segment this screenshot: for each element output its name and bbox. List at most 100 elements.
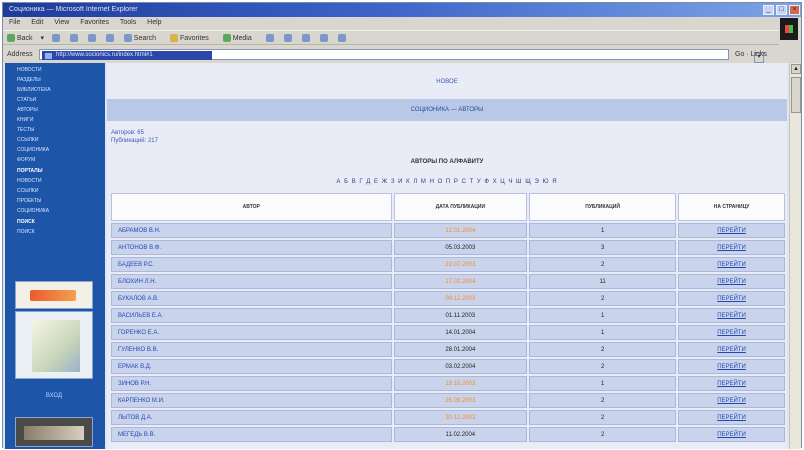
title-bar: Соционика — Microsoft Internet Explorer … [3,3,801,17]
stop-button[interactable] [69,34,80,43]
page-link[interactable]: ПЕРЕЙТИ [678,240,785,255]
refresh-button[interactable] [87,34,98,43]
window-title: Соционика — Microsoft Internet Explorer [9,6,138,13]
table-row: АНТОНОВ В.Ф. 05.03.2003 3 ПЕРЕЙТИ [111,240,785,255]
table-row: ВАСИЛЬЕВ Е.А. 01.11.2003 1 ПЕРЕЙТИ [111,308,785,323]
sidebar-item[interactable]: ТЕСТЫ [17,127,105,134]
author-link[interactable]: ГУЛЕНКО В.В. [111,342,392,357]
menu-help[interactable]: Help [147,19,161,26]
author-link[interactable]: БЛОХИН Л.Н. [111,274,392,289]
maximize-button[interactable]: □ [776,5,787,15]
favorites-button[interactable]: Favorites [169,34,215,43]
author-link[interactable]: ВАСИЛЬЕВ Е.А. [111,308,392,323]
table-row: ГОРЕНКО Е.А. 14.01.2004 1 ПЕРЕЙТИ [111,325,785,340]
menu-favorites[interactable]: Favorites [80,19,109,26]
sidebar-banner-image[interactable] [15,417,93,447]
table-row: ЕРМАК В.Д. 03.02.2004 2 ПЕРЕЙТИ [111,359,785,374]
top-link[interactable]: НОВОЕ [107,79,787,85]
mail-icon [283,34,292,43]
go-button[interactable]: Go · Links [735,47,767,62]
date-cell: 19.10.2003 [393,376,528,391]
menu-tools[interactable]: Tools [120,19,136,26]
author-link[interactable]: ЛЫТОВ Д.А. [111,410,392,425]
mail-button[interactable] [283,34,294,43]
page-link[interactable]: ПЕРЕЙТИ [678,376,785,391]
media-button[interactable]: Media [222,34,258,43]
sidebar-item[interactable]: СОЦИОНИКА [17,147,105,154]
edit-button[interactable] [319,34,330,43]
page-link[interactable]: ПЕРЕЙТИ [678,427,785,442]
scroll-up-icon[interactable]: ▲ [791,64,801,74]
page-link[interactable]: ПЕРЕЙТИ [678,325,785,340]
table-row: БЛОХИН Л.Н. 17.02.2004 11 ПЕРЕЙТИ [111,274,785,289]
edit-icon [319,34,328,43]
page-link[interactable]: ПЕРЕЙТИ [678,342,785,357]
close-button[interactable]: × [789,5,800,15]
page-link[interactable]: ПЕРЕЙТИ [678,223,785,238]
sidebar-item[interactable]: РАЗДЕЛЫ [17,77,105,84]
page-link[interactable]: ПЕРЕЙТИ [678,257,785,272]
sidebar-item[interactable]: БИБЛИОТЕКА [17,87,105,94]
page-link[interactable]: ПЕРЕЙТИ [678,410,785,425]
sidebar-item[interactable]: СОЦИОНИКА [17,208,105,215]
forward-button[interactable] [51,34,62,43]
vertical-scrollbar[interactable]: ▲ [789,63,801,449]
table-row: АБРАМОВ В.Н. 12.01.2004 1 ПЕРЕЙТИ [111,223,785,238]
back-button[interactable]: Back ▾ [7,34,44,43]
count-cell: 2 [529,291,677,306]
sidebar-item[interactable]: НОВОСТИ [17,178,105,185]
links-button[interactable]: Links [751,51,767,58]
sidebar-item[interactable]: КНИГИ [17,117,105,124]
count-cell: 1 [529,223,677,238]
sidebar-login-link[interactable]: ВХОД [15,385,93,407]
author-link[interactable]: АНТОНОВ В.Ф. [111,240,392,255]
info-publications-count: Публикаций: 217 [111,138,158,144]
alphabet-nav[interactable]: А Б В Г Д Е Ж З И К Л М Н О П Р С Т У Ф … [107,179,787,185]
author-link[interactable]: ЗИНОВ Р.Н. [111,376,392,391]
menu-edit[interactable]: Edit [31,19,43,26]
page-title: СОЦИОНИКА — АВТОРЫ [107,99,787,121]
menu-view[interactable]: View [54,19,69,26]
sidebar-item[interactable]: ССЫЛКИ [17,137,105,144]
author-link[interactable]: БАДЕЕВ Р.С. [111,257,392,272]
minimize-button[interactable]: _ [763,5,774,15]
banner-button[interactable] [15,281,93,309]
book-cover-image[interactable] [15,311,93,379]
author-link[interactable]: БУКАЛОВ А.В. [111,291,392,306]
author-link[interactable]: МЕГЕДЬ В.В. [111,427,392,442]
info-authors-count: Авторов: 65 [111,130,144,136]
print-button[interactable] [301,34,312,43]
count-cell: 2 [529,427,677,442]
table-row: ГУЛЕНКО В.В. 28.01.2004 2 ПЕРЕЙТИ [111,342,785,357]
author-link[interactable]: ЕРМАК В.Д. [111,359,392,374]
author-link[interactable]: ГОРЕНКО Е.А. [111,325,392,340]
history-button[interactable] [265,34,276,43]
header-link: НА СТРАНИЦУ [678,193,785,221]
home-button[interactable] [105,34,116,43]
forward-arrow-icon [51,34,60,43]
sidebar-item[interactable]: СТАТЬИ [17,97,105,104]
sidebar-item[interactable]: ФОРУМ [17,157,105,164]
header-author: АВТОР [111,193,392,221]
sidebar-item[interactable]: ПРОЕКТЫ [17,198,105,205]
scroll-thumb[interactable] [791,77,801,113]
author-link[interactable]: АБРАМОВ В.Н. [111,223,392,238]
page-link[interactable]: ПЕРЕЙТИ [678,393,785,408]
sidebar-item[interactable]: АВТОРЫ [17,107,105,114]
page-link[interactable]: ПЕРЕЙТИ [678,291,785,306]
discuss-button[interactable] [337,34,348,43]
home-icon [105,34,114,43]
sidebar-item[interactable]: ССЫЛКИ [17,188,105,195]
page-link[interactable]: ПЕРЕЙТИ [678,274,785,289]
sidebar-item[interactable]: ПОИСК [17,229,105,236]
address-input[interactable]: http://www.socionics.ru/index.html#1 ▾ [39,49,764,63]
page-link[interactable]: ПЕРЕЙТИ [678,308,785,323]
page-link[interactable]: ПЕРЕЙТИ [678,359,785,374]
banner-graphic-icon [30,290,76,301]
menu-file[interactable]: File [9,19,20,26]
author-link[interactable]: КАРПЕНКО М.И. [111,393,392,408]
search-button[interactable]: Search [123,34,162,43]
date-cell: 01.11.2003 [393,308,528,323]
sidebar-item[interactable]: НОВОСТИ [17,67,105,74]
date-cell: 30.12.2003 [393,410,528,425]
